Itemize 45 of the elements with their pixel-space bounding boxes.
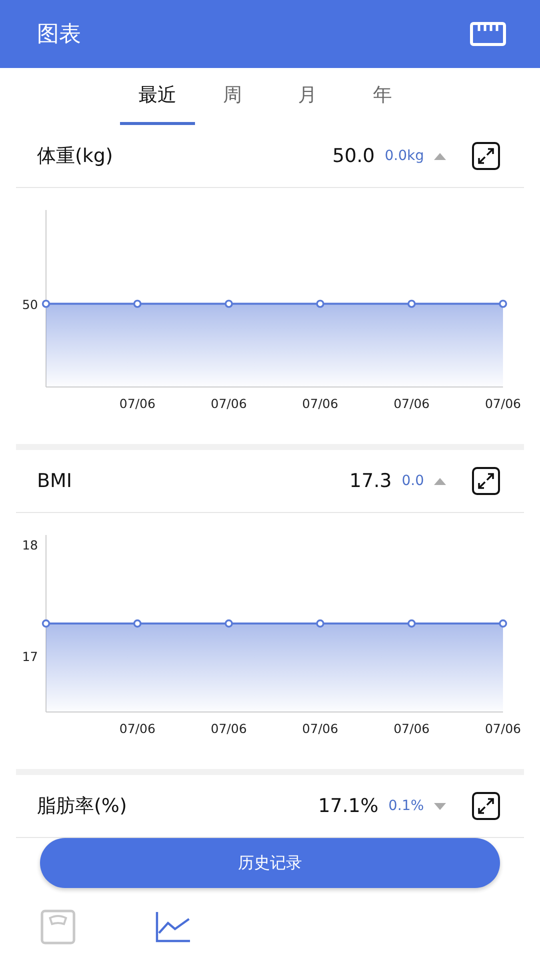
data-point [498, 300, 508, 308]
x-tick-label: 07/06 [119, 396, 156, 411]
expand-icon[interactable] [472, 142, 500, 170]
metric-title: 体重(kg) [37, 144, 114, 169]
period-tab[interactable]: 月 [270, 68, 345, 125]
x-tick-label: 07/06 [302, 396, 338, 411]
data-point [224, 619, 233, 628]
data-point [498, 619, 508, 628]
metric-change: 0.1% [388, 798, 424, 814]
x-tick-label: 07/06 [210, 721, 247, 736]
data-point [408, 619, 416, 628]
expand-icon[interactable] [472, 792, 500, 820]
x-tick-label: 07/06 [484, 396, 522, 411]
data-point [133, 300, 142, 308]
line-chart-icon[interactable] [154, 911, 190, 943]
period-tab[interactable]: 年 [345, 68, 420, 125]
metric-change: 0.0 [402, 473, 424, 489]
metric-title: 脂肪率(%) [37, 794, 128, 819]
metric-value: 17.1% [318, 795, 378, 817]
y-axis-label: 50 [22, 296, 38, 312]
x-tick-label: 07/06 [210, 396, 247, 411]
app-title: 图表 [37, 21, 81, 49]
data-point [316, 619, 324, 628]
y-axis-label: 18 [22, 538, 38, 553]
period-tab[interactable]: 最近 [120, 68, 195, 125]
x-tick-label: 07/06 [394, 396, 430, 411]
data-point [133, 619, 142, 628]
data-point [42, 300, 50, 308]
x-tick-label: 07/06 [394, 721, 430, 736]
y-axis-label: 17 [22, 649, 38, 664]
data-point [42, 619, 50, 628]
expand-icon[interactable] [472, 467, 500, 495]
x-tick-label: 07/06 [484, 721, 522, 736]
history-button[interactable]: 历史记录 [40, 838, 500, 888]
metric-title: BMI [37, 470, 74, 492]
x-tick-label: 07/06 [119, 721, 156, 736]
period-tab[interactable]: 周 [195, 68, 270, 125]
metric-change: 0.0kg [384, 148, 424, 164]
metric-value: 50.0 [332, 145, 375, 167]
data-point [408, 300, 416, 308]
data-point [224, 300, 233, 308]
ruler-icon[interactable] [470, 22, 506, 46]
x-tick-label: 07/06 [302, 721, 338, 736]
metric-value: 17.3 [349, 470, 392, 492]
data-point [316, 300, 324, 308]
